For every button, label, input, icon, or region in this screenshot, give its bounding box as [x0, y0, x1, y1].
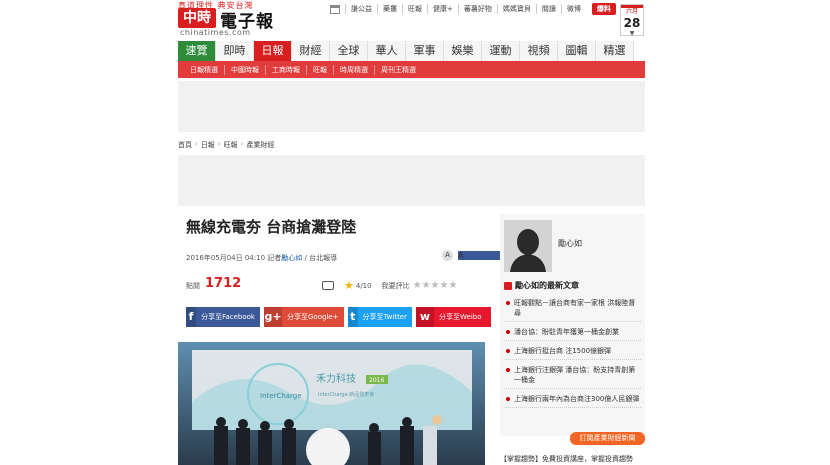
subnav-item[interactable]: 日報精選	[184, 64, 225, 75]
list-item[interactable]: 上海銀行兩年內為台商注300億人民銀彈	[504, 394, 641, 408]
logo-badge: 中時	[178, 8, 216, 28]
latest-articles-list: 旺報觀點－讓台商有家一家根 洪報陸督尋 潘台協：盼駐青年獲第一桶金創業 上海銀行…	[504, 298, 641, 413]
breadcrumb: 首頁 › 日報 › 旺報 › 產業財經	[178, 140, 275, 150]
subnav-item[interactable]: 旺報	[307, 64, 334, 75]
article-title: 無線充電夯 台商搶灘登陸	[186, 218, 357, 236]
author-name[interactable]: 勵心如	[558, 238, 582, 249]
weibo-icon: w	[416, 307, 434, 327]
share-buttons: f 分享至Facebook g+ 分享至Google+ t 分享至Twitter…	[186, 307, 495, 327]
home-icon[interactable]	[330, 4, 340, 14]
photo-left-sign: InterCharge	[260, 392, 302, 400]
list-item[interactable]: 潘台協：盼駐青年獲第一桶金創業	[504, 327, 641, 341]
share-weibo-button[interactable]: w 分享至Weibo	[416, 307, 491, 327]
topnav-link[interactable]: 閱讀	[535, 4, 561, 14]
tab-featured[interactable]: 精選	[596, 41, 634, 61]
rating-score: 4/10	[355, 281, 372, 290]
topnav-link[interactable]: 蕃薯好物	[457, 4, 497, 14]
reporter-prefix: 記者	[267, 254, 282, 262]
rate-label: 我要評比	[381, 281, 410, 290]
topnav-link[interactable]: 藥攤	[377, 4, 402, 14]
press-event-photo: InterCharge 禾力科技 2016 InterCharge 新品發表會	[178, 342, 485, 465]
breadcrumb-item[interactable]: 產業財經	[246, 140, 274, 150]
article-meta: 2016年05月04日 04:10 記者勵心如 / 台北報導	[186, 253, 337, 263]
subnav-item[interactable]: 周刊王精選	[375, 65, 422, 75]
list-item[interactable]: 上海銀行注銀彈 潘台協：盼支持青創第一桶金	[504, 365, 641, 389]
tab-daily[interactable]: 日報	[254, 41, 292, 61]
author-sidebar: 勵心如 勵心如的最新文章 旺報觀點－讓台商有家一家根 洪報陸督尋 潘台協：盼駐青…	[500, 214, 645, 436]
latest-articles-heading: 勵心如的最新文章	[504, 280, 579, 291]
topnav-link[interactable]: 媽媽寶貝	[496, 4, 536, 14]
subscribe-button[interactable]: 訂閱產業財經新聞	[570, 432, 645, 445]
share-googleplus-button[interactable]: g+ 分享至Google+	[264, 307, 344, 327]
topnav-link[interactable]: 微博	[560, 4, 586, 14]
photo-brand: 禾力科技	[316, 372, 356, 385]
reporter-link[interactable]: 勵心如	[281, 254, 302, 262]
date-widget[interactable]: 六月 28 ▼	[620, 4, 644, 37]
avatar-silhouette-icon	[504, 220, 552, 272]
share-twitter-button[interactable]: t 分享至Twitter	[348, 307, 412, 327]
share-label: 分享至Google+	[287, 313, 339, 321]
subnav-item[interactable]: 工商時報	[266, 64, 307, 75]
tab-finance[interactable]: 財經	[292, 41, 330, 61]
rating-stars[interactable]: ★★★★★	[413, 280, 458, 291]
ad-banner-middle[interactable]	[178, 155, 645, 206]
breadcrumb-item[interactable]: 首頁	[178, 140, 192, 150]
share-label: 分享至Twitter	[362, 313, 407, 321]
article-date: 2016年05月04日 04:10	[186, 254, 266, 262]
share-facebook-button[interactable]: f 分享至Facebook	[186, 307, 260, 327]
date-month: 六月	[621, 5, 643, 16]
ad-banner-top[interactable]	[178, 81, 645, 132]
tab-global[interactable]: 全球	[330, 41, 368, 61]
facebook-icon: f	[186, 307, 197, 327]
twitter-icon: t	[348, 307, 358, 327]
article-location: / 台北報導	[304, 254, 338, 262]
top-utility-nav: 謙公益 藥攤 旺報 健康+ 蕃薯好物 媽媽寶貝 閱讀 微博 爆料	[330, 3, 616, 15]
topnav-link[interactable]: 謙公益	[345, 4, 377, 14]
logo-url: chinatimes.com	[180, 28, 251, 37]
tab-sports[interactable]: 運動	[482, 41, 520, 61]
report-button[interactable]: 爆料	[591, 3, 616, 15]
comment-icon[interactable]	[322, 281, 334, 290]
tab-chinese[interactable]: 華人	[368, 41, 406, 61]
star-icon: ★	[344, 279, 354, 292]
subnav-item[interactable]: 中國時報	[225, 64, 266, 75]
photo-year: 2016	[369, 377, 384, 384]
breadcrumb-item[interactable]: 旺報	[224, 140, 238, 150]
breadcrumb-item[interactable]: 日報	[201, 140, 215, 150]
avatar[interactable]	[504, 220, 552, 272]
chevron-down-icon: ▼	[629, 30, 635, 37]
site-logo[interactable]: 真道理性 典安台灣 中時 電子報 chinatimes.com	[178, 0, 274, 38]
article-list-icon	[504, 281, 512, 290]
tab-entertainment[interactable]: 娛樂	[444, 41, 482, 61]
sub-nav: 日報精選 中國時報 工商時報 旺報 時周精選 周刊王精選	[178, 61, 645, 78]
hits-count: 1712	[205, 276, 242, 291]
list-item[interactable]: 上海銀行挺台商 注1500億銀彈	[504, 346, 641, 360]
share-label: 分享至Facebook	[201, 313, 255, 321]
photo-subtitle: InterCharge 新品發表會	[318, 391, 374, 398]
font-small-button[interactable]: A	[442, 250, 453, 261]
googleplus-icon: g+	[264, 307, 282, 327]
list-item[interactable]: 旺報觀點－讓台商有家一家根 洪報陸督尋	[504, 298, 641, 322]
bottom-ad-link[interactable]: 【掌握趨勢】免費投資講座，掌握投資趨勢	[500, 454, 645, 464]
subnav-item[interactable]: 時周精選	[334, 64, 375, 75]
tab-video[interactable]: 視頻	[520, 41, 558, 61]
article-tools: ★ 4/10 我要評比 ★★★★★	[322, 279, 457, 292]
topnav-link[interactable]: 旺報	[402, 4, 427, 14]
tab-gallery[interactable]: 圖輯	[558, 41, 596, 61]
main-nav: 速覽 即時 日報 財經 全球 華人 軍事 娛樂 運動 視頻 圖輯 精選	[178, 41, 634, 61]
topnav-link[interactable]: 健康+	[427, 4, 458, 14]
tab-realtime[interactable]: 即時	[216, 41, 254, 61]
hits-label: 點閱	[186, 282, 200, 290]
tab-overview[interactable]: 速覽	[178, 41, 216, 61]
share-label: 分享至Weibo	[439, 313, 482, 321]
latest-articles-label: 勵心如的最新文章	[515, 281, 579, 290]
date-day: 28	[623, 16, 641, 30]
article-photo[interactable]: InterCharge 禾力科技 2016 InterCharge 新品發表會	[178, 342, 485, 465]
tab-military[interactable]: 軍事	[406, 41, 444, 61]
